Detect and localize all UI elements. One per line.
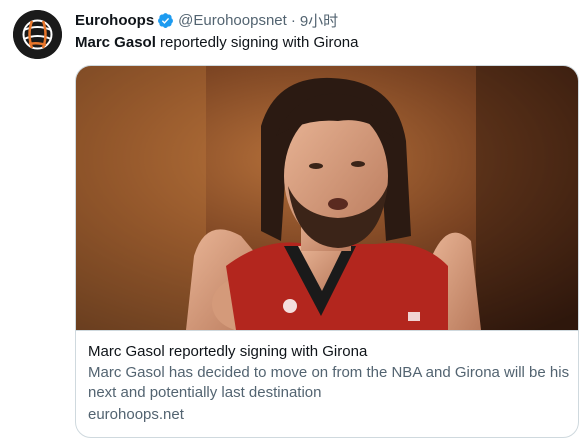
tweet-text-rest: reportedly signing with Girona	[155, 34, 359, 51]
card-divider	[76, 330, 578, 331]
tweet-header: Eurohoops @Eurohoopsnet · 9小时	[75, 10, 338, 30]
card-domain: eurohoops.net	[88, 406, 184, 423]
tweet[interactable]: Eurohoops @Eurohoopsnet · 9小时 Marc Gasol…	[0, 0, 582, 439]
verified-badge-icon	[157, 12, 174, 29]
card-description: Marc Gasol has decided to move on from t…	[88, 364, 570, 401]
tweet-text: Marc Gasol reportedly signing with Giron…	[75, 33, 358, 53]
eurohoops-logo-icon	[13, 10, 62, 59]
avatar[interactable]	[13, 10, 62, 59]
author-name[interactable]: Eurohoops	[75, 12, 154, 29]
card-title[interactable]: Marc Gasol reportedly signing with Giron…	[88, 342, 573, 362]
card-body[interactable]: Marc Gasol reportedly signing with Giron…	[88, 342, 573, 425]
link-card[interactable]: Marc Gasol reportedly signing with Giron…	[75, 65, 579, 438]
card-image[interactable]	[76, 66, 578, 330]
author-handle[interactable]: @Eurohoopsnet	[178, 12, 287, 29]
separator-dot: ·	[290, 11, 296, 29]
tweet-text-bold: Marc Gasol	[75, 34, 156, 51]
tweet-timestamp[interactable]: 9小时	[300, 10, 338, 31]
